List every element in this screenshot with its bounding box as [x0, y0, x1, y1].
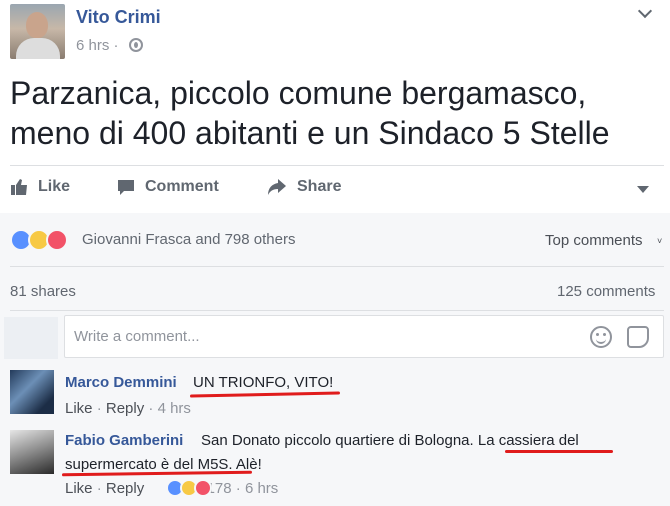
- current-user-avatar: [4, 317, 58, 359]
- share-label: Share: [297, 178, 342, 195]
- post-text: Parzanica, piccolo comune bergamasco, me…: [10, 75, 610, 151]
- love-reaction-icon: [46, 229, 68, 251]
- red-underline: [505, 450, 613, 453]
- share-button[interactable]: Share: [267, 178, 341, 196]
- caret-down-icon[interactable]: ˅: [657, 236, 662, 246]
- sticker-icon[interactable]: [627, 326, 649, 348]
- reaction-summary[interactable]: Giovanni Frasca and 798 others: [82, 231, 295, 248]
- post-timestamp[interactable]: 6 hrs ·: [76, 37, 119, 54]
- comment-button[interactable]: Comment: [117, 178, 219, 196]
- comment-icon: [118, 180, 134, 195]
- comment-reply-link[interactable]: Reply: [106, 400, 144, 417]
- post-author-name[interactable]: Vito Crimi: [76, 7, 161, 28]
- comment-reaction-icons[interactable]: [166, 479, 212, 497]
- shares-count[interactable]: 81 shares: [10, 283, 76, 300]
- comment-text-line1: San Donato piccolo quartiere di Bologna.…: [201, 432, 579, 449]
- love-reaction-icon: [194, 479, 212, 497]
- share-arrow-icon: [268, 179, 286, 195]
- comment-time[interactable]: 4 hrs: [158, 400, 191, 417]
- comment-time[interactable]: 6 hrs: [245, 480, 278, 497]
- comment-like-link[interactable]: Like: [65, 400, 93, 417]
- divider: [10, 266, 664, 267]
- more-options-icon[interactable]: [637, 186, 649, 193]
- commenter-name[interactable]: Fabio Gamberini: [65, 432, 183, 449]
- author-avatar[interactable]: [10, 4, 65, 59]
- chevron-down-icon[interactable]: [637, 3, 653, 19]
- comment-reply-link[interactable]: Reply: [106, 480, 144, 497]
- like-button[interactable]: Like: [10, 178, 70, 196]
- commenter-avatar[interactable]: [10, 430, 54, 474]
- comment-meta: Like · Reply · 4 hrs: [65, 400, 191, 417]
- like-label: Like: [38, 178, 71, 195]
- comment-like-link[interactable]: Like: [65, 480, 93, 497]
- commenter-avatar[interactable]: [10, 370, 54, 414]
- comment-composer[interactable]: [64, 315, 664, 358]
- commenter-name[interactable]: Marco Demmini: [65, 374, 177, 391]
- globe-icon: [129, 38, 143, 52]
- comment-input[interactable]: [74, 328, 474, 345]
- comments-count[interactable]: 125 comments: [557, 283, 655, 300]
- comment-text: UN TRIONFO, VITO!: [193, 374, 334, 391]
- emoji-icon[interactable]: [590, 326, 612, 348]
- divider: [10, 165, 664, 166]
- reaction-icons[interactable]: [10, 229, 68, 251]
- top-comments-dropdown[interactable]: Top comments: [545, 232, 643, 249]
- comment-label: Comment: [145, 178, 219, 195]
- thumbs-up-icon: [11, 179, 27, 195]
- divider: [10, 310, 664, 311]
